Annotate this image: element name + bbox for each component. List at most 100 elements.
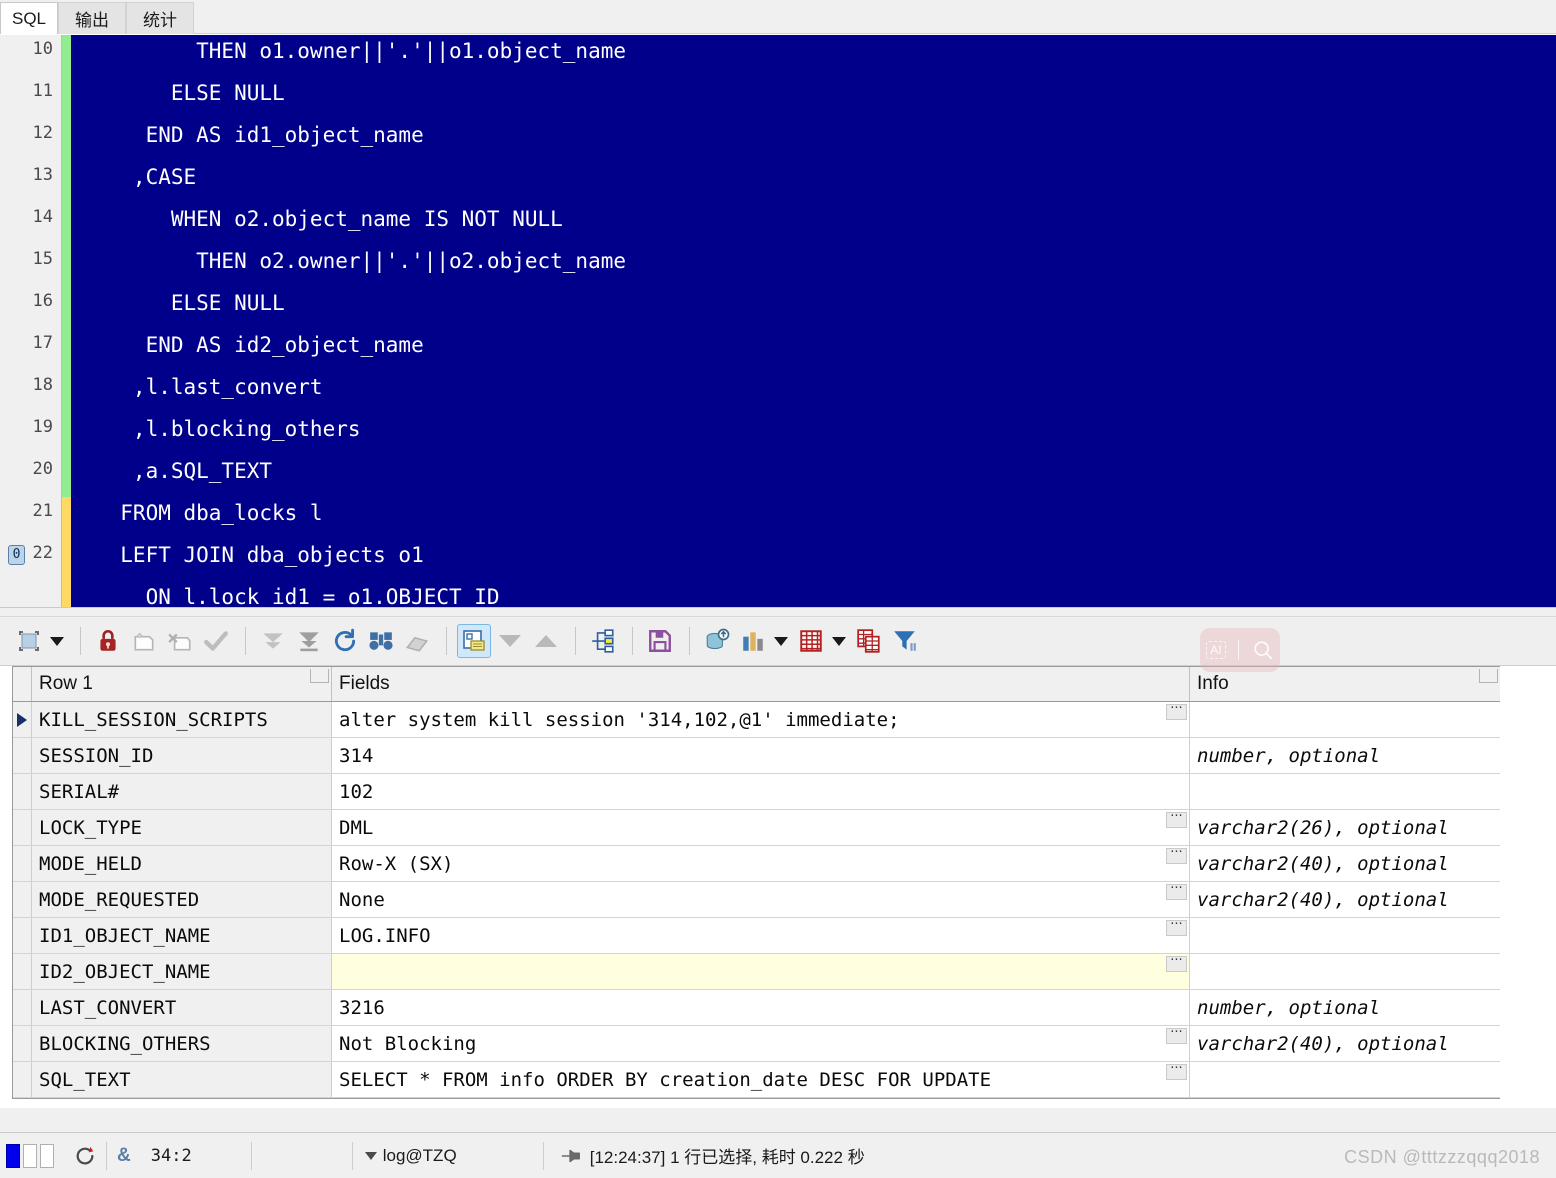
triangle-down-icon xyxy=(499,635,521,647)
open-editor-ellipsis-button[interactable]: ··· xyxy=(1166,846,1187,864)
fetch-next-page-button[interactable] xyxy=(256,624,290,658)
pin-icon[interactable] xyxy=(560,1145,582,1167)
status-refresh-button[interactable] xyxy=(64,1133,106,1178)
field-value-cell[interactable]: ··· xyxy=(332,954,1190,989)
field-name-cell[interactable]: BLOCKING_OTHERS xyxy=(32,1026,332,1061)
open-editor-ellipsis-button[interactable]: ··· xyxy=(1166,810,1187,828)
delete-record-button[interactable] xyxy=(163,624,197,658)
open-editor-ellipsis-button[interactable]: ··· xyxy=(1166,918,1187,936)
column-resize-handle[interactable] xyxy=(1479,669,1498,683)
field-info-cell xyxy=(1190,918,1500,953)
grid-dropdown[interactable] xyxy=(832,636,846,646)
new-record-icon xyxy=(134,632,154,651)
refresh-icon xyxy=(334,628,356,652)
find-button[interactable] xyxy=(364,624,398,658)
field-value-cell[interactable]: 314 xyxy=(332,738,1190,773)
open-editor-ellipsis-button[interactable]: ··· xyxy=(1166,882,1187,900)
field-value-cell[interactable]: 3216 xyxy=(332,990,1190,1025)
previous-record-button[interactable] xyxy=(493,624,527,658)
field-value-cell[interactable]: Not Blocking ··· xyxy=(332,1026,1190,1061)
magnifier-icon[interactable] xyxy=(1252,639,1274,661)
results-grid-body: KILL_SESSION_SCRIPTS alter system kill se… xyxy=(13,702,1500,1098)
field-name-cell[interactable]: ID2_OBJECT_NAME xyxy=(32,954,332,989)
field-name-cell[interactable]: SERIAL# xyxy=(32,774,332,809)
table-row[interactable]: KILL_SESSION_SCRIPTS alter system kill se… xyxy=(13,702,1500,738)
lock-record-button[interactable] xyxy=(91,624,125,658)
field-name-cell[interactable]: LOCK_TYPE xyxy=(32,810,332,845)
open-editor-ellipsis-button[interactable]: ··· xyxy=(1166,702,1187,720)
table-row[interactable]: SERIAL# 102 xyxy=(13,774,1500,810)
editor-results-splitter[interactable] xyxy=(0,607,1556,617)
refresh-button[interactable] xyxy=(328,624,362,658)
results-grid[interactable]: Row 1 Fields Info KILL_SESSION_SCRIPTS al… xyxy=(0,666,1556,1108)
tab-statistics[interactable]: 统计 xyxy=(126,2,194,34)
toolbar-separator xyxy=(446,627,447,655)
field-name-cell[interactable]: SQL_TEXT xyxy=(32,1062,332,1097)
field-value-cell[interactable]: SELECT * FROM info ORDER BY creation_dat… xyxy=(332,1062,1190,1097)
post-changes-button[interactable] xyxy=(199,624,233,658)
open-editor-ellipsis-button[interactable]: ··· xyxy=(1166,1026,1187,1044)
editor-code-area[interactable]: THEN o1.owner||'.'||o1.object_name ELSE … xyxy=(71,35,1556,608)
table-row[interactable]: LAST_CONVERT 3216 number, optional xyxy=(13,990,1500,1026)
tab-sql[interactable]: SQL xyxy=(0,2,58,34)
field-name-cell[interactable]: SESSION_ID xyxy=(32,738,332,773)
delete-record-icon xyxy=(168,633,191,651)
chart-dropdown[interactable] xyxy=(774,636,788,646)
links-button[interactable] xyxy=(586,624,620,658)
field-value-cell[interactable]: DML ··· xyxy=(332,810,1190,845)
field-value-cell[interactable]: Row-X (SX) ··· xyxy=(332,846,1190,881)
grid-header-fields[interactable]: Fields xyxy=(332,667,1190,701)
database-upload-button[interactable] xyxy=(700,624,734,658)
chevron-down-icon[interactable] xyxy=(364,1151,377,1160)
column-resize-handle[interactable] xyxy=(310,669,329,683)
editor-code-line: ,l.last_convert xyxy=(95,375,323,399)
editor-line-number: 15 xyxy=(32,249,53,269)
field-info-cell xyxy=(1190,774,1500,809)
export-save-button[interactable] xyxy=(643,624,677,658)
grid-header-info[interactable]: Info xyxy=(1190,667,1500,701)
select-block-button[interactable] xyxy=(12,624,46,658)
grid-button[interactable] xyxy=(794,624,828,658)
connection-selector[interactable]: log@TZQ xyxy=(353,1133,543,1178)
tab-sql-label: SQL xyxy=(11,8,47,28)
field-value-text: SELECT * FROM info ORDER BY creation_dat… xyxy=(339,1068,992,1091)
editor-bookmark-marker[interactable]: 0 xyxy=(8,545,25,565)
field-name-cell[interactable]: LAST_CONVERT xyxy=(32,990,332,1025)
field-name-cell[interactable]: MODE_HELD xyxy=(32,846,332,881)
editor-code-line: ,l.blocking_others xyxy=(95,417,361,441)
status-bar: & 34:2 log@TZQ [12:24:37] 1 行已选择, 耗时 0.2… xyxy=(0,1132,1556,1178)
chart-button[interactable] xyxy=(736,624,770,658)
field-name-cell[interactable]: KILL_SESSION_SCRIPTS xyxy=(32,702,332,737)
table-row[interactable]: ID1_OBJECT_NAME LOG.INFO ··· xyxy=(13,918,1500,954)
field-name-cell[interactable]: MODE_REQUESTED xyxy=(32,882,332,917)
ai-search-floating-widget[interactable]: AI xyxy=(1200,628,1280,672)
tab-output[interactable]: 输出 xyxy=(58,2,126,34)
editor-line-number: 12 xyxy=(32,123,53,143)
double-chevron-down-icon xyxy=(263,633,283,649)
field-value-cell[interactable]: None ··· xyxy=(332,882,1190,917)
table-row[interactable]: ID2_OBJECT_NAME ··· xyxy=(13,954,1500,990)
field-value-cell[interactable]: 102 xyxy=(332,774,1190,809)
table-row[interactable]: MODE_HELD Row-X (SX) ··· varchar2(40), opti… xyxy=(13,846,1500,882)
select-block-dropdown[interactable] xyxy=(50,636,64,646)
field-value-cell[interactable]: LOG.INFO ··· xyxy=(332,918,1190,953)
clear-button[interactable] xyxy=(400,624,434,658)
fetch-all-button[interactable] xyxy=(292,624,326,658)
filter-button[interactable] xyxy=(888,624,922,658)
field-value-cell[interactable]: alter system kill session '314,102,@1' i… xyxy=(332,702,1190,737)
single-record-view-button[interactable] xyxy=(457,624,491,658)
table-row[interactable]: MODE_REQUESTED None ··· varchar2(40), optio… xyxy=(13,882,1500,918)
table-row[interactable]: SESSION_ID 314 number, optional xyxy=(13,738,1500,774)
editor-code-line: THEN o2.owner||'.'||o2.object_name xyxy=(95,249,627,273)
insert-record-button[interactable] xyxy=(127,624,161,658)
sql-editor[interactable]: 10 11 12 13 14 15 16 17 18 19 20 21 22 0 THEN o1.owne… xyxy=(0,34,1556,623)
duplicate-grid-button[interactable] xyxy=(852,624,886,658)
grid-header-row[interactable]: Row 1 xyxy=(32,667,332,701)
table-row[interactable]: LOCK_TYPE DML ··· varchar2(26), optional xyxy=(13,810,1500,846)
next-record-button[interactable] xyxy=(529,624,563,658)
table-row[interactable]: SQL_TEXT SELECT * FROM info ORDER BY crea… xyxy=(13,1062,1500,1098)
open-editor-ellipsis-button[interactable]: ··· xyxy=(1166,1062,1187,1080)
open-editor-ellipsis-button[interactable]: ··· xyxy=(1166,954,1187,972)
field-name-cell[interactable]: ID1_OBJECT_NAME xyxy=(32,918,332,953)
table-row[interactable]: BLOCKING_OTHERS Not Blocking ··· varchar2(4… xyxy=(13,1026,1500,1062)
